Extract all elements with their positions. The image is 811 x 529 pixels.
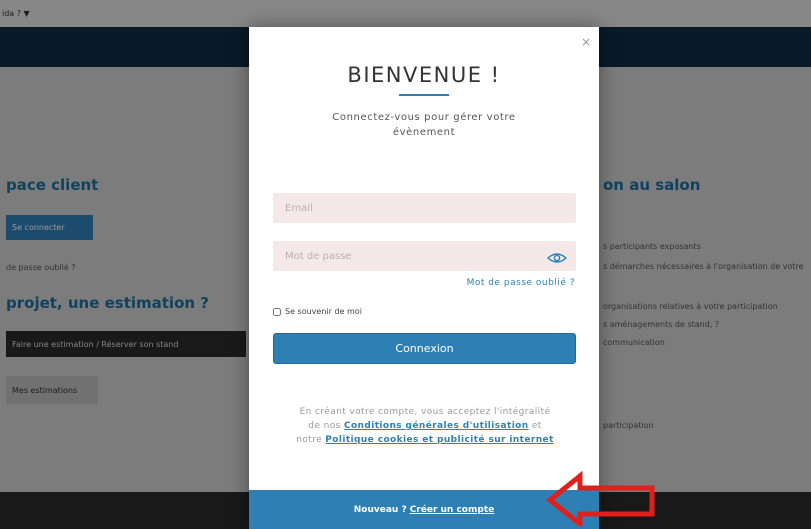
terms-link[interactable]: Conditions générales d'utilisation [344, 421, 529, 431]
new-user-label: Nouveau ? [353, 504, 407, 515]
remember-me[interactable]: Se souvenir de moi [273, 307, 362, 316]
eye-icon[interactable] [547, 252, 567, 264]
title-underline [399, 94, 449, 96]
login-modal: × BIENVENUE ! Connectez-vous pour gérer … [249, 27, 599, 529]
login-button[interactable]: Connexion [273, 333, 576, 364]
password-field[interactable] [273, 241, 576, 271]
red-arrow-annotation [545, 470, 655, 526]
email-field[interactable] [273, 193, 576, 223]
remember-me-label: Se souvenir de moi [285, 307, 362, 316]
modal-subtitle: Connectez-vous pour gérer votre évènemen… [332, 112, 516, 138]
forgot-password-link[interactable]: Mot de passe oublié ? [425, 278, 575, 288]
modal-title: BIENVENUE ! [347, 63, 501, 87]
remember-me-checkbox[interactable] [273, 307, 281, 316]
cookie-policy-link[interactable]: Politique cookies et publicité sur inter… [325, 435, 553, 445]
legal-notice: En créant votre compte, vous acceptez l'… [294, 405, 556, 447]
close-icon[interactable]: × [581, 35, 591, 49]
create-account-link[interactable]: Créer un compte [410, 505, 495, 515]
